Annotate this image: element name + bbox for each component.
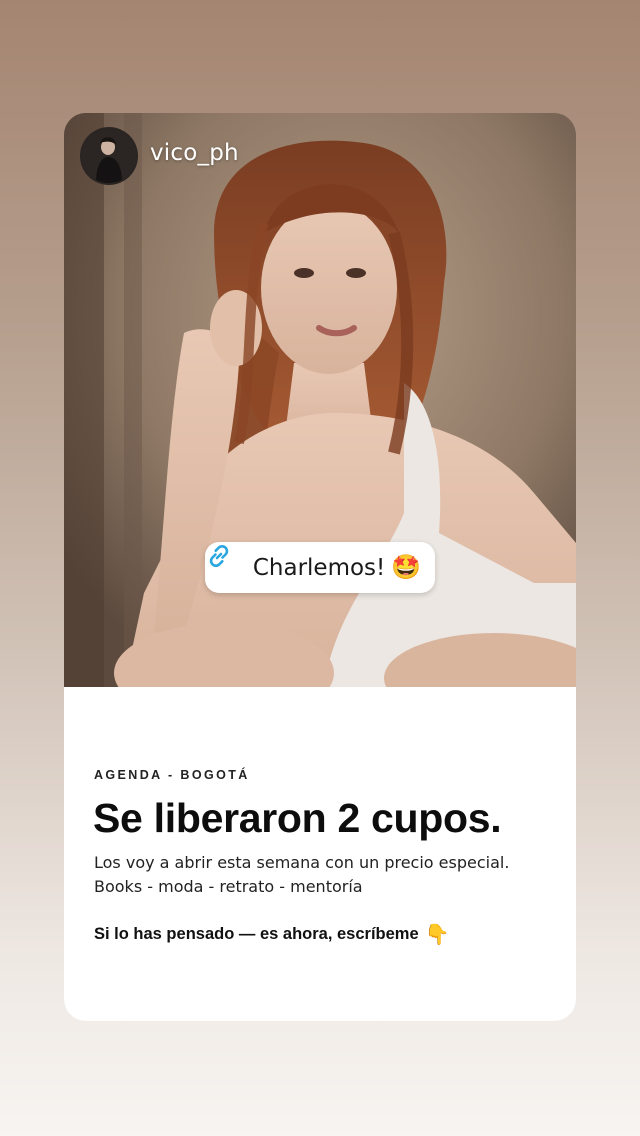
link-icon xyxy=(209,544,247,582)
profile-photo-icon xyxy=(82,129,136,183)
story-card: vico_ph Charlemos! 🤩 AGENDA - BOGOTÁ Se … xyxy=(64,113,576,1021)
avatar[interactable] xyxy=(80,127,138,185)
description-line-1: Los voy a abrir esta semana con un preci… xyxy=(94,853,510,872)
link-sticker-label: Charlemos! xyxy=(252,554,386,581)
headline: Se liberaron 2 cupos. xyxy=(93,795,502,841)
call-to-action-text: Si lo has pensado — es ahora, escríbeme xyxy=(94,925,419,943)
link-sticker[interactable]: Charlemos! 🤩 xyxy=(205,542,435,593)
agenda-label: AGENDA - BOGOTÁ xyxy=(94,768,250,782)
description-line-2: Books - moda - retrato - mentoría xyxy=(94,877,363,896)
portrait-photo xyxy=(64,113,576,687)
call-to-action: Si lo has pensado — es ahora, escríbeme 👇 xyxy=(94,922,450,947)
story-photo: vico_ph Charlemos! 🤩 xyxy=(64,113,576,687)
star-struck-emoji: 🤩 xyxy=(391,553,422,581)
username[interactable]: vico_ph xyxy=(150,140,239,166)
pointing-down-emoji: 👇 xyxy=(424,924,450,946)
